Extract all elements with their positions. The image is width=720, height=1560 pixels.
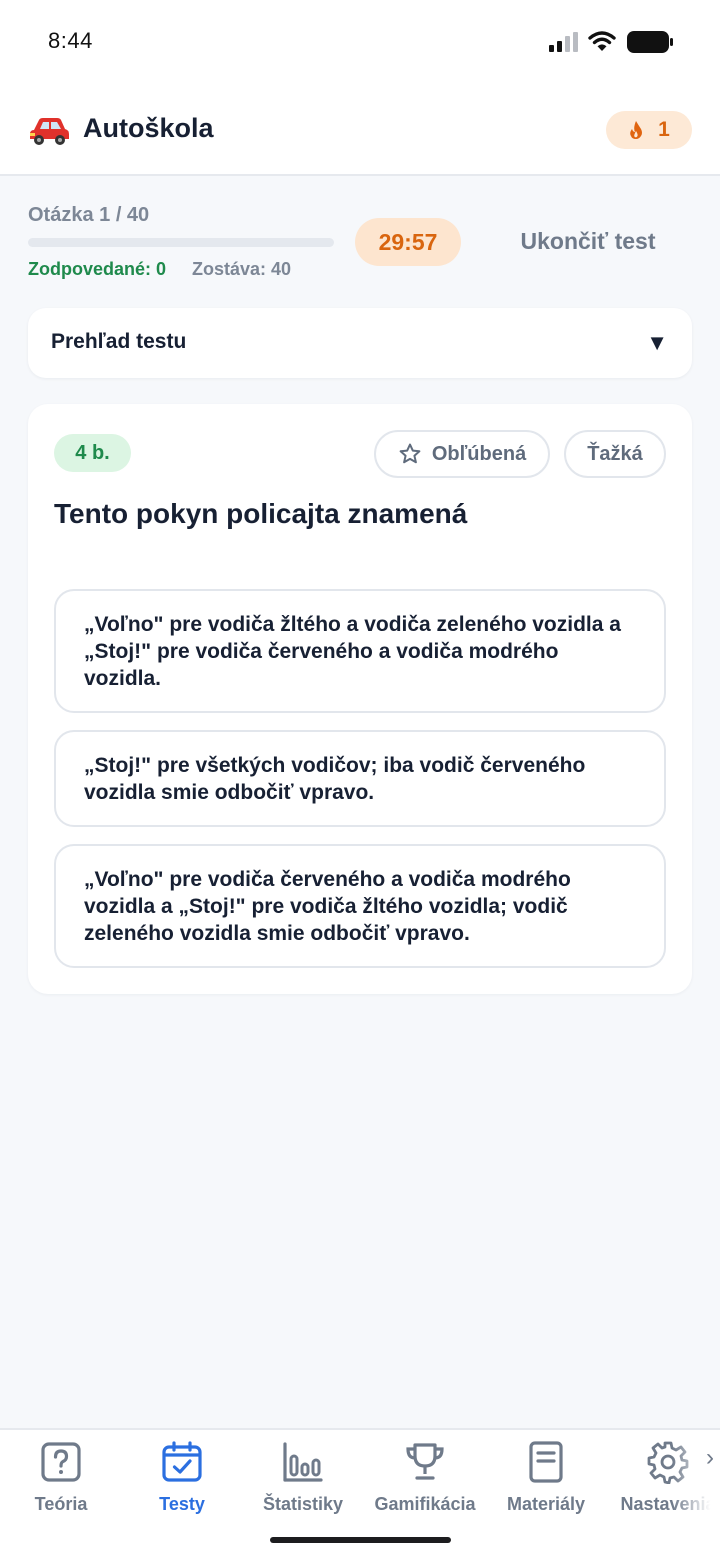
wifi-icon [588,31,616,51]
home-indicator [270,1537,451,1543]
star-icon [399,443,421,464]
nav-label: Štatistiky [262,1494,344,1514]
remaining-count: Zostáva: 40 [192,259,292,279]
status-icons [548,30,674,54]
bar-chart-icon [283,1442,323,1482]
answered-count: Zodpovedané: 0 [28,259,167,279]
end-test-button[interactable]: Ukončiť test [500,228,676,255]
answer-option[interactable]: „Stoj!" pre všetkých vodičov; iba vodič … [54,730,666,827]
nav-item-gamifikacia[interactable]: Gamifikácia [364,1440,486,1526]
app-header: Autoškola 1 [0,84,720,176]
question-icon [41,1442,81,1482]
nav-label: Testy [159,1494,205,1514]
trophy-icon [406,1443,444,1480]
test-overview-dropdown[interactable]: Prehľad testu ▼ [28,308,692,378]
points-badge: 4 b. [54,434,131,472]
signal-icon [549,32,578,52]
caret-down-icon: ▼ [646,330,668,355]
nav-label: Nastavenia [620,1494,716,1514]
status-time: 8:44 [48,28,93,53]
document-icon [529,1441,563,1483]
gear-icon [647,1441,689,1484]
nav-label: Materiály [506,1494,586,1514]
nav-item-statistiky[interactable]: Štatistiky [242,1440,364,1526]
favorite-label: Obľúbená [431,442,527,465]
question-text: Tento pokyn policajta znamená [54,498,468,529]
nav-label: Teória [34,1494,88,1514]
streak-count: 1 [658,118,670,141]
nav-item-testy[interactable]: Testy [121,1440,243,1526]
nav-label: Gamifikácia [374,1494,476,1514]
progress-bar [28,238,334,247]
favorite-button[interactable]: Obľúbená [374,430,550,478]
streak-badge[interactable]: 1 [606,111,692,149]
answer-option[interactable]: „Voľno" pre vodiča žltého a vodiča zelen… [54,589,666,713]
flame-icon [630,121,643,139]
answer-option[interactable]: „Voľno" pre vodiča červeného a vodiča mo… [54,844,666,968]
app-title: Autoškola [83,113,214,143]
nav-item-teoria[interactable]: Teória [0,1440,122,1526]
chevron-right-icon[interactable]: › [706,1444,714,1472]
nav-item-materialy[interactable]: Materiály [485,1440,607,1526]
car-icon [30,118,69,145]
test-overview-label: Prehľad testu [51,330,187,353]
hard-button[interactable]: Ťažká [564,430,666,478]
timer-badge: 29:57 [355,218,461,266]
question-card: 4 b. Obľúbená Ťažká Tento pokyn policajt… [28,404,692,994]
nav-item-nastavenia[interactable]: Nastavenia [607,1440,720,1526]
question-counter: Otázka 1 / 40 [28,204,150,226]
status-bar: 8:44 [0,0,720,84]
calendar-check-icon [162,1441,202,1482]
battery-icon [627,31,673,53]
